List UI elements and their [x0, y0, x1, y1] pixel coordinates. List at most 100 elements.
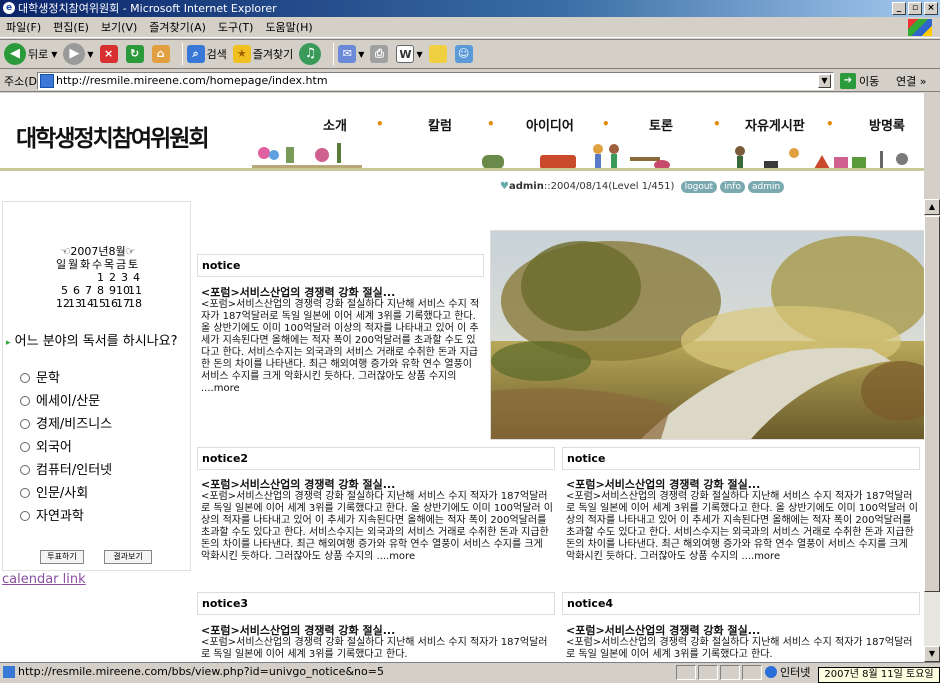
- nav-about[interactable]: 소개: [323, 115, 347, 134]
- favorites-button[interactable]: ★ 즐겨찾기: [232, 45, 293, 63]
- user-info: ::2004/08/14(Level 1/451): [543, 181, 675, 192]
- notice-headline[interactable]: <포럼>서비스산업의 경쟁력 강화 절실...: [566, 624, 920, 637]
- results-button[interactable]: 결과보기: [104, 550, 152, 564]
- user-status: ♥admin::2004/08/14(Level 1/451) logout in…: [500, 181, 785, 193]
- more-link[interactable]: more: [389, 551, 415, 562]
- nav-guestbook[interactable]: 방명록: [869, 115, 905, 134]
- media-icon: ♫: [299, 43, 322, 65]
- more-link[interactable]: more: [214, 383, 240, 394]
- close-button[interactable]: ×: [924, 2, 938, 15]
- status-cell: [742, 665, 762, 680]
- radio-icon[interactable]: [20, 419, 30, 429]
- links-button[interactable]: 연결 »: [896, 73, 926, 89]
- radio-icon[interactable]: [20, 442, 30, 452]
- nav-board[interactable]: 자유게시판: [745, 115, 805, 134]
- edit-icon: W: [396, 45, 415, 63]
- print-icon: ⎙: [370, 45, 389, 63]
- poll-option[interactable]: 문학: [20, 371, 60, 387]
- mail-button[interactable]: ✉ ▼: [338, 45, 364, 63]
- poll-option[interactable]: 인문/사회: [20, 486, 88, 502]
- status-bar: http://resmile.mireene.com/bbs/view.php?…: [0, 662, 940, 683]
- notice-body: <포럼>서비스산업의 경쟁력 강화 절실... <포럼>서비스산업의 경쟁력 강…: [201, 478, 555, 563]
- header-divider: [0, 168, 924, 171]
- calendar-week: 1234: [97, 271, 140, 284]
- admin-button[interactable]: admin: [747, 181, 785, 193]
- notice-title[interactable]: notice2: [197, 447, 555, 470]
- scroll-up-button[interactable]: ▲: [924, 199, 940, 215]
- notice-headline[interactable]: <포럼>서비스산업의 경쟁력 강화 절실...: [201, 286, 484, 299]
- username: admin: [508, 181, 544, 192]
- home-button[interactable]: ⌂: [151, 45, 172, 63]
- notice-title[interactable]: notice3: [197, 592, 555, 615]
- notice-headline[interactable]: <포럼>서비스산업의 경쟁력 강화 절실...: [201, 478, 555, 491]
- minimize-button[interactable]: _: [892, 2, 906, 15]
- folder-icon: [428, 45, 447, 63]
- radio-icon[interactable]: [20, 488, 30, 498]
- page-icon: [40, 74, 54, 88]
- search-button[interactable]: ⌕ 검색: [186, 45, 227, 63]
- poll-option[interactable]: 컴퓨터/인터넷: [20, 463, 112, 479]
- print-button[interactable]: ⎙: [370, 45, 390, 63]
- messenger-button[interactable]: ☺: [454, 45, 475, 63]
- maximize-button[interactable]: ▫: [908, 2, 922, 15]
- menu-tools[interactable]: 도구(T): [212, 17, 260, 38]
- go-button[interactable]: ➔ 이동: [840, 73, 879, 89]
- scroll-thumb[interactable]: [924, 216, 940, 592]
- vote-button[interactable]: 투표하기: [40, 550, 84, 564]
- poll-option[interactable]: 외국어: [20, 440, 72, 456]
- ie-logo-icon: e: [3, 2, 15, 14]
- menu-help[interactable]: 도움말(H): [259, 17, 318, 38]
- media-button[interactable]: ♫: [299, 43, 323, 65]
- stop-button[interactable]: ×: [99, 45, 120, 63]
- notice-title[interactable]: notice: [197, 254, 484, 277]
- menu-favorites[interactable]: 즐겨찾기(A): [143, 17, 212, 38]
- refresh-button[interactable]: ↻: [125, 45, 146, 63]
- address-input[interactable]: http://resmile.mireene.com/homepage/inde…: [37, 72, 834, 90]
- logout-button[interactable]: logout: [680, 181, 718, 193]
- decorative-figures-icon: [252, 133, 362, 169]
- nav-column[interactable]: 칼럼: [428, 115, 452, 134]
- address-dropdown-button[interactable]: ▼: [818, 74, 831, 88]
- back-button[interactable]: ◀ 뒤로 ▼: [4, 43, 57, 65]
- nav-dot-icon: •: [826, 117, 834, 131]
- menu-file[interactable]: 파일(F): [0, 17, 47, 38]
- scroll-down-button[interactable]: ▼: [924, 646, 940, 662]
- status-cell: [720, 665, 740, 680]
- home-icon: ⌂: [151, 45, 170, 63]
- status-cell: [676, 665, 696, 680]
- nav-debate[interactable]: 토론: [649, 115, 673, 134]
- security-zone: 인터넷: [765, 664, 810, 682]
- menu-view[interactable]: 보기(V): [95, 17, 143, 38]
- more-link[interactable]: more: [754, 551, 780, 562]
- info-button[interactable]: info: [720, 181, 745, 193]
- poll-option[interactable]: 경제/비즈니스: [20, 417, 112, 433]
- bus-icon: [540, 155, 576, 169]
- calendar-link[interactable]: calendar link: [2, 572, 86, 587]
- nav-idea[interactable]: 아이디어: [526, 115, 574, 134]
- menu-edit[interactable]: 편집(E): [47, 17, 95, 38]
- radio-icon[interactable]: [20, 511, 30, 521]
- calendar-week: 12 13 14 15 16 17 18: [56, 297, 142, 310]
- radio-icon[interactable]: [20, 396, 30, 406]
- notice-headline[interactable]: <포럼>서비스산업의 경쟁력 강화 절실...: [566, 478, 920, 491]
- discuss-button[interactable]: [428, 45, 449, 63]
- calendar-weekdays: 일월화수목금토: [56, 258, 142, 271]
- calendar-title[interactable]: ☜2007년8월☞: [28, 245, 168, 258]
- radio-icon[interactable]: [20, 465, 30, 475]
- poll-option[interactable]: 자연과학: [20, 509, 84, 525]
- refresh-icon: ↻: [125, 45, 144, 63]
- edit-button[interactable]: W ▼: [396, 45, 423, 63]
- vertical-scrollbar[interactable]: ▲ ▼: [924, 199, 940, 662]
- title-bar: e 대학생정치참여위원회 - Microsoft Internet Explor…: [0, 0, 940, 17]
- notice-body: <포럼>서비스산업의 경쟁력 강화 절실... <포럼>서비스산업의 경쟁력 강…: [201, 624, 555, 662]
- notice-headline[interactable]: <포럼>서비스산업의 경쟁력 강화 절실...: [201, 624, 555, 637]
- notice-title[interactable]: notice: [562, 447, 920, 470]
- notice-body: <포럼>서비스산업의 경쟁력 강화 절실... <포럼>서비스산업의 경쟁력 강…: [566, 624, 920, 662]
- site-logo[interactable]: 대학생정치참여위원회: [16, 119, 210, 153]
- notice-title[interactable]: notice4: [562, 592, 920, 615]
- poll-option[interactable]: 에세이/산문: [20, 394, 100, 410]
- painting-image: [491, 231, 924, 439]
- radio-icon[interactable]: [20, 373, 30, 383]
- people-bench-icon: [590, 141, 670, 171]
- forward-button[interactable]: ▶ ▼: [63, 43, 94, 65]
